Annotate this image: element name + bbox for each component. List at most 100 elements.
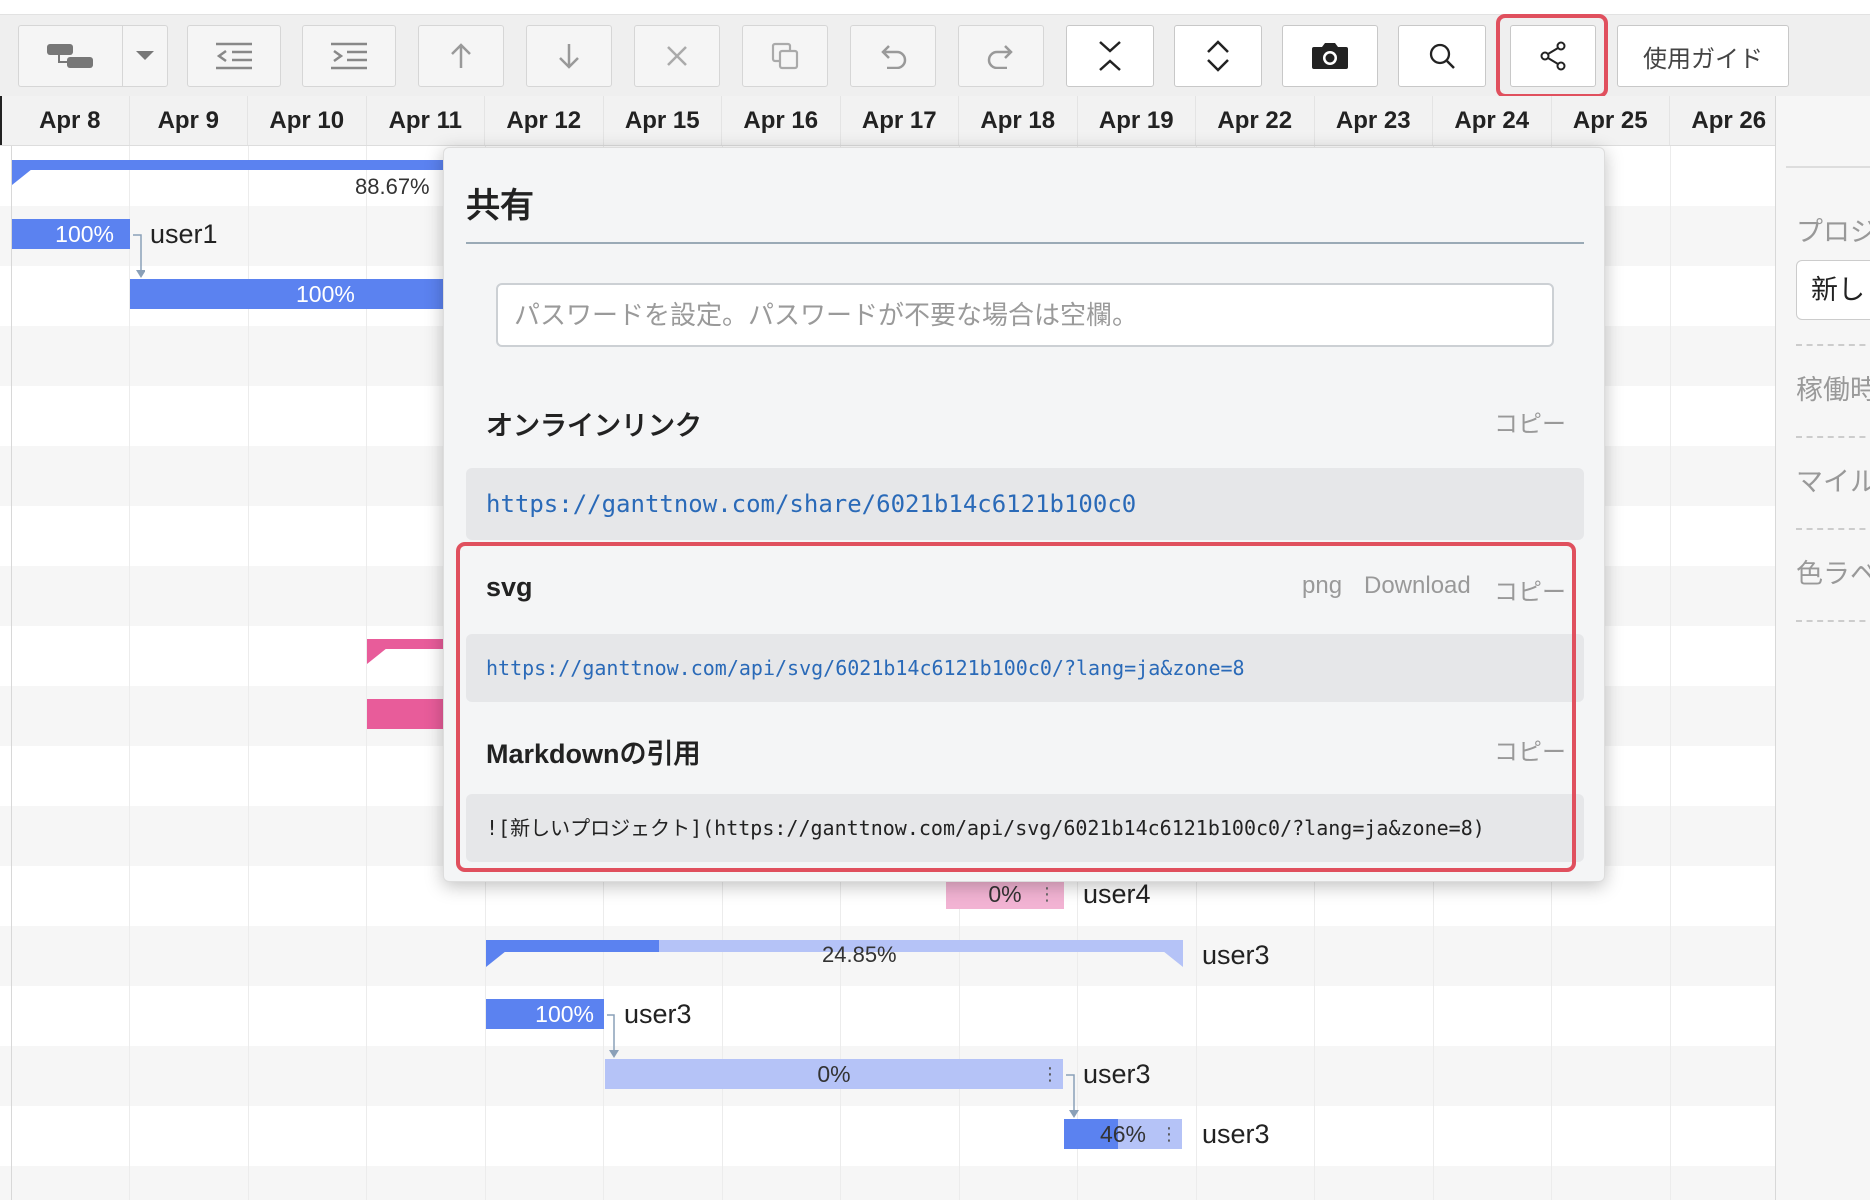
summary-bar[interactable]: 24.85%: [486, 940, 1183, 968]
task-bar-percent: 100%: [296, 281, 355, 307]
user-guide-button[interactable]: 使用ガイド: [1617, 25, 1789, 87]
working-hours-label[interactable]: 稼働時: [1796, 368, 1870, 407]
redo-icon: [987, 45, 1013, 69]
panel-divider: [1786, 166, 1870, 168]
summary-bar-progress: [486, 940, 660, 952]
drag-handle[interactable]: ⋮: [1038, 879, 1056, 909]
task-assignee: user3: [624, 999, 692, 1029]
task-assignee: user4: [1083, 879, 1151, 909]
share-icon: [1540, 41, 1566, 71]
date-cell: Apr 26: [1670, 96, 1789, 145]
move-down-button[interactable]: [526, 25, 612, 87]
online-link-text[interactable]: https://ganttnow.com/share/6021b14c6121b…: [486, 490, 1136, 518]
download-button[interactable]: Download: [1364, 572, 1471, 600]
task-assignee: user3: [1083, 1059, 1151, 1089]
indent-button[interactable]: [302, 25, 396, 87]
task-assignee: user1: [150, 219, 218, 249]
task-bar[interactable]: 0% ⋮: [605, 1059, 1063, 1089]
task-bar[interactable]: 100%: [130, 279, 460, 309]
task-bar[interactable]: 100%: [486, 999, 604, 1029]
date-cell: Apr 15: [604, 96, 722, 145]
task-bar-percent: 46%: [1099, 1121, 1147, 1147]
undo-button[interactable]: [850, 25, 936, 87]
dependency-arrow: [607, 1014, 619, 1058]
project-label: プロジ: [1796, 217, 1870, 247]
collapse-icon: [1099, 41, 1121, 71]
project-settings-panel: プロジ 新し 稼働時 マイル 色ラベ: [1775, 96, 1870, 1200]
milestone-label[interactable]: マイル: [1796, 460, 1870, 499]
date-cell: Apr 19: [1078, 96, 1196, 145]
copy-svg-link-button[interactable]: コピー: [1494, 572, 1566, 607]
task-bar[interactable]: 0% ⋮: [946, 879, 1064, 909]
task-assignee: user3: [1202, 1119, 1270, 1149]
panel-divider: [1796, 620, 1870, 622]
date-cell: Apr 18: [959, 96, 1078, 145]
password-input[interactable]: [496, 283, 1554, 347]
color-label-label[interactable]: 色ラベ: [1796, 552, 1870, 591]
dependency-arrow: [1066, 1074, 1079, 1118]
arrow-down-icon: [559, 44, 579, 69]
task-bar-percent: 0%: [988, 881, 1022, 907]
add-task-dropdown-button[interactable]: [122, 25, 168, 87]
task-bar-percent: 100%: [55, 221, 114, 247]
copy-icon: [771, 42, 799, 70]
outdent-button[interactable]: [187, 25, 281, 87]
task-assignee: user3: [1202, 940, 1270, 970]
svg-link-text[interactable]: https://ganttnow.com/api/svg/6021b14c612…: [486, 656, 1245, 680]
summary-bar[interactable]: 88.67%: [12, 160, 452, 199]
arrow-up-icon: [451, 43, 471, 68]
summary-bar-left-cap: [367, 648, 387, 664]
date-cell: Apr 12: [485, 96, 604, 145]
delete-icon: [667, 46, 687, 66]
redo-button[interactable]: [958, 25, 1044, 87]
online-link-box[interactable]: https://ganttnow.com/share/6021b14c6121b…: [466, 468, 1584, 540]
copy-online-link-button[interactable]: コピー: [1494, 404, 1566, 439]
search-button[interactable]: [1398, 25, 1486, 87]
panel-divider: [1796, 528, 1870, 530]
copy-markdown-button[interactable]: コピー: [1494, 732, 1566, 767]
online-link-label: オンラインリンク: [486, 411, 702, 441]
timeline-header: Apr 8 Apr 9 Apr 10 Apr 11 Apr 12 Apr 15 …: [0, 96, 1789, 146]
task-bar-percent: 100%: [535, 1001, 594, 1027]
task-bar[interactable]: 100%: [12, 219, 130, 249]
summary-bar-fill: [12, 160, 452, 170]
delete-button[interactable]: [634, 25, 720, 87]
screenshot-button[interactable]: [1282, 25, 1378, 87]
share-popup: 共有 オンラインリンク コピー https://ganttnow.com/sha…: [443, 147, 1605, 882]
date-cell: Apr 9: [130, 96, 248, 145]
dependency-arrow: [133, 234, 145, 278]
date-cell: Apr 25: [1552, 96, 1670, 145]
task-bar[interactable]: 46% ⋮: [1064, 1119, 1182, 1149]
drag-handle[interactable]: ⋮: [1160, 1119, 1178, 1149]
share-title: 共有: [466, 187, 534, 225]
move-up-button[interactable]: [418, 25, 504, 87]
undo-icon: [881, 45, 907, 69]
toolbar: 使用ガイド: [0, 14, 1870, 97]
project-name-field[interactable]: 新し: [1796, 260, 1870, 320]
camera-icon: [1312, 43, 1348, 69]
png-button[interactable]: png: [1302, 572, 1342, 600]
collapse-all-button[interactable]: [1066, 25, 1154, 87]
date-cell: Apr 10: [248, 96, 367, 145]
drag-handle[interactable]: ⋮: [1041, 1059, 1059, 1089]
header-edge: [0, 96, 2, 145]
date-cell: Apr 16: [722, 96, 841, 145]
summary-bar-left-cap: [486, 951, 506, 967]
markdown-box[interactable]: ![新しいプロジェクト](https://ganttnow.com/api/sv…: [466, 794, 1584, 862]
share-button[interactable]: [1510, 25, 1596, 87]
panel-divider: [1796, 436, 1870, 438]
panel-divider: [1796, 344, 1870, 346]
add-task-button[interactable]: [18, 25, 122, 87]
summary-bar-right-cap: [1163, 951, 1183, 967]
date-cell: Apr 24: [1433, 96, 1552, 145]
grid-line: [1670, 146, 1671, 1200]
markdown-text[interactable]: ![新しいプロジェクト](https://ganttnow.com/api/sv…: [486, 816, 1485, 840]
share-divider: [466, 242, 1584, 244]
date-cell: Apr 8: [11, 96, 130, 145]
search-icon: [1429, 43, 1455, 69]
svg-link-box[interactable]: https://ganttnow.com/api/svg/6021b14c612…: [466, 634, 1584, 702]
expand-all-button[interactable]: [1174, 25, 1262, 87]
copy-button[interactable]: [742, 25, 828, 87]
outdent-icon: [216, 42, 252, 70]
date-cell: Apr 23: [1315, 96, 1433, 145]
